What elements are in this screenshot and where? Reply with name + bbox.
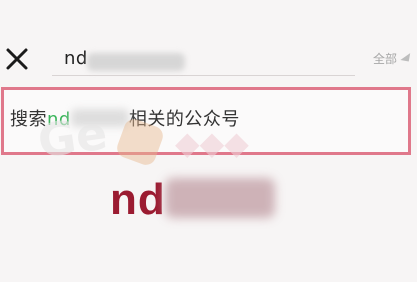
chevron-down-icon[interactable] (400, 53, 414, 65)
search-input[interactable]: nd (52, 41, 355, 76)
result-title[interactable]: nd (110, 175, 166, 225)
search-query-blurred (87, 53, 185, 71)
watermark-text: Ge (34, 105, 111, 169)
search-scope-label[interactable]: 全部 (373, 50, 397, 67)
search-top-bar: nd 全部 (0, 36, 417, 80)
close-button[interactable] (4, 46, 30, 72)
watermark-decoration: ◆◆◆ (175, 124, 249, 162)
close-icon (6, 48, 28, 70)
search-query-text: nd (64, 48, 88, 69)
result-title-blurred (165, 178, 275, 218)
